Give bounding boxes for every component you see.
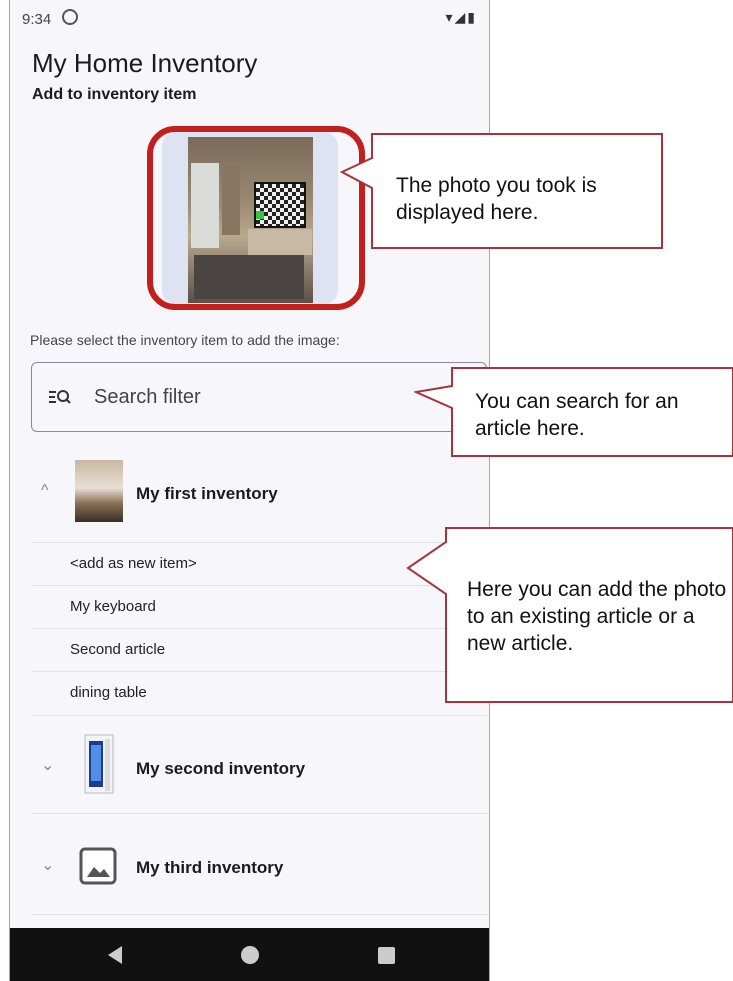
divider — [31, 628, 487, 629]
list-item[interactable]: <add as new item> — [70, 555, 197, 572]
search-box[interactable] — [31, 362, 487, 432]
inventory-header-first[interactable]: ^ My first inventory — [31, 460, 487, 528]
pc-tower-thumbnail — [84, 734, 114, 794]
inventory-name: My first inventory — [136, 484, 278, 503]
list-item[interactable]: dining table — [70, 684, 147, 701]
divider — [31, 542, 487, 543]
search-input[interactable] — [94, 381, 414, 413]
divider — [31, 715, 487, 716]
system-nav-bar — [10, 928, 489, 981]
status-bar: 9:34 ▾◢▮ — [10, 0, 489, 36]
chevron-down-icon[interactable]: ⌄ — [41, 855, 54, 875]
filter-search-icon — [49, 390, 71, 404]
image-placeholder-icon — [79, 847, 117, 885]
divider — [31, 813, 487, 814]
app-title: My Home Inventory — [32, 48, 258, 78]
callout-items-text: Here you can add the photo to an existin… — [467, 578, 727, 655]
divider — [31, 585, 487, 586]
callout-search-text: You can search for an article here. — [475, 390, 679, 440]
inventory-header-third[interactable]: ⌄ My third inventory — [31, 833, 487, 897]
divider — [31, 914, 487, 915]
sync-icon — [62, 9, 78, 25]
photo-highlight-ring — [147, 126, 365, 310]
divider — [31, 671, 487, 672]
recents-icon[interactable] — [378, 947, 395, 964]
chevron-up-icon[interactable]: ^ — [41, 482, 49, 500]
back-icon[interactable] — [108, 946, 122, 964]
callout-photo-text: The photo you took is displayed here. — [396, 174, 597, 224]
page-subtitle: Add to inventory item — [32, 86, 197, 103]
select-prompt: Please select the inventory item to add … — [30, 332, 340, 348]
list-item[interactable]: Second article — [70, 641, 165, 658]
status-time: 9:34 — [22, 11, 52, 28]
phone-screen: 9:34 ▾◢▮ My Home Inventory Add to invent… — [9, 0, 490, 981]
home-icon[interactable] — [241, 946, 259, 964]
inventory-name: My second inventory — [136, 759, 306, 778]
inventory-header-second[interactable]: ⌄ My second inventory — [31, 733, 487, 797]
inventory-name: My third inventory — [136, 858, 284, 877]
list-item[interactable]: My keyboard — [70, 598, 156, 615]
room-thumbnail — [75, 460, 123, 522]
signal-battery-icons: ▾◢▮ — [445, 9, 477, 25]
chevron-down-icon[interactable]: ⌄ — [41, 755, 54, 775]
